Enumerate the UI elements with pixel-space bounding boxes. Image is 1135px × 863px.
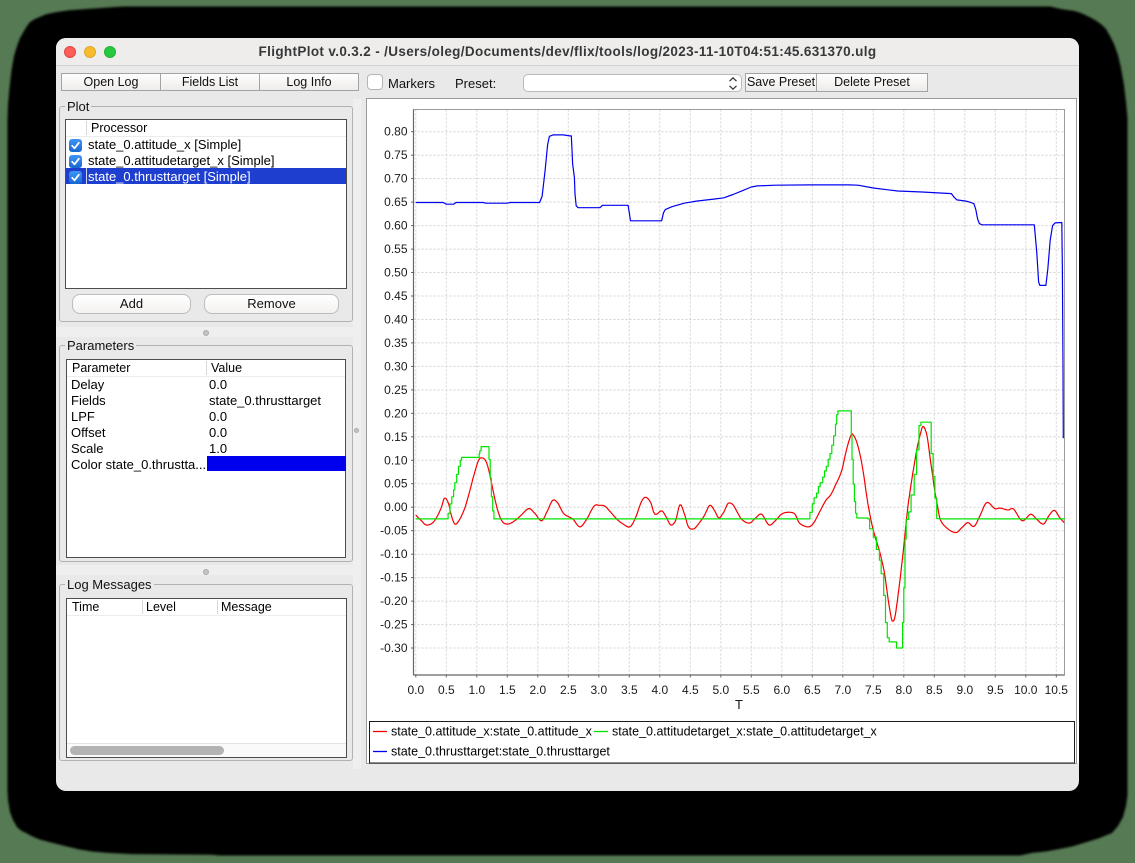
svg-text:9.0: 9.0 [956, 683, 973, 697]
svg-text:state_0.attitudetarget_x:state: state_0.attitudetarget_x:state_0.attitud… [612, 725, 878, 739]
svg-text:0.15: 0.15 [384, 430, 408, 444]
svg-text:0.45: 0.45 [384, 289, 408, 303]
svg-text:0.55: 0.55 [384, 242, 408, 256]
svg-text:7.5: 7.5 [865, 683, 882, 697]
svg-text:3.5: 3.5 [621, 683, 638, 697]
svg-text:0.20: 0.20 [384, 406, 408, 420]
svg-text:0.5: 0.5 [438, 683, 455, 697]
svg-text:0.05: 0.05 [384, 477, 408, 491]
svg-text:9.5: 9.5 [987, 683, 1004, 697]
svg-text:-0.20: -0.20 [380, 594, 408, 608]
svg-text:8.0: 8.0 [895, 683, 912, 697]
svg-text:5.0: 5.0 [712, 683, 729, 697]
svg-text:0.40: 0.40 [384, 313, 408, 327]
svg-text:3.0: 3.0 [590, 683, 607, 697]
svg-text:0.65: 0.65 [384, 195, 408, 209]
svg-text:10.0: 10.0 [1014, 683, 1038, 697]
svg-text:0.00: 0.00 [384, 500, 408, 514]
svg-text:7.0: 7.0 [834, 683, 851, 697]
svg-text:1.5: 1.5 [499, 683, 516, 697]
svg-text:0.30: 0.30 [384, 359, 408, 373]
svg-text:10.5: 10.5 [1045, 683, 1069, 697]
svg-text:0.25: 0.25 [384, 383, 408, 397]
svg-text:2.5: 2.5 [560, 683, 577, 697]
svg-text:-0.05: -0.05 [380, 524, 408, 538]
svg-text:2.0: 2.0 [529, 683, 546, 697]
svg-text:1.0: 1.0 [468, 683, 485, 697]
svg-text:0.60: 0.60 [384, 219, 408, 233]
svg-text:6.5: 6.5 [804, 683, 821, 697]
svg-text:8.5: 8.5 [926, 683, 943, 697]
svg-text:-0.10: -0.10 [380, 547, 408, 561]
svg-text:5.5: 5.5 [743, 683, 760, 697]
svg-text:0.70: 0.70 [384, 172, 408, 186]
svg-text:state_0.thrusttarget:state_0.t: state_0.thrusttarget:state_0.thrusttarge… [391, 745, 610, 759]
svg-text:0.50: 0.50 [384, 266, 408, 280]
svg-text:0.0: 0.0 [407, 683, 424, 697]
svg-text:-0.30: -0.30 [380, 641, 408, 655]
svg-text:-0.25: -0.25 [380, 618, 408, 632]
svg-text:0.35: 0.35 [384, 336, 408, 350]
svg-text:T: T [735, 697, 743, 712]
svg-text:0.80: 0.80 [384, 125, 408, 139]
svg-text:state_0.attitude_x:state_0.att: state_0.attitude_x:state_0.attitude_x [391, 725, 593, 739]
svg-text:-0.15: -0.15 [380, 571, 408, 585]
svg-text:0.10: 0.10 [384, 453, 408, 467]
svg-text:6.0: 6.0 [773, 683, 790, 697]
svg-text:0.75: 0.75 [384, 148, 408, 162]
svg-text:4.0: 4.0 [651, 683, 668, 697]
svg-text:4.5: 4.5 [682, 683, 699, 697]
